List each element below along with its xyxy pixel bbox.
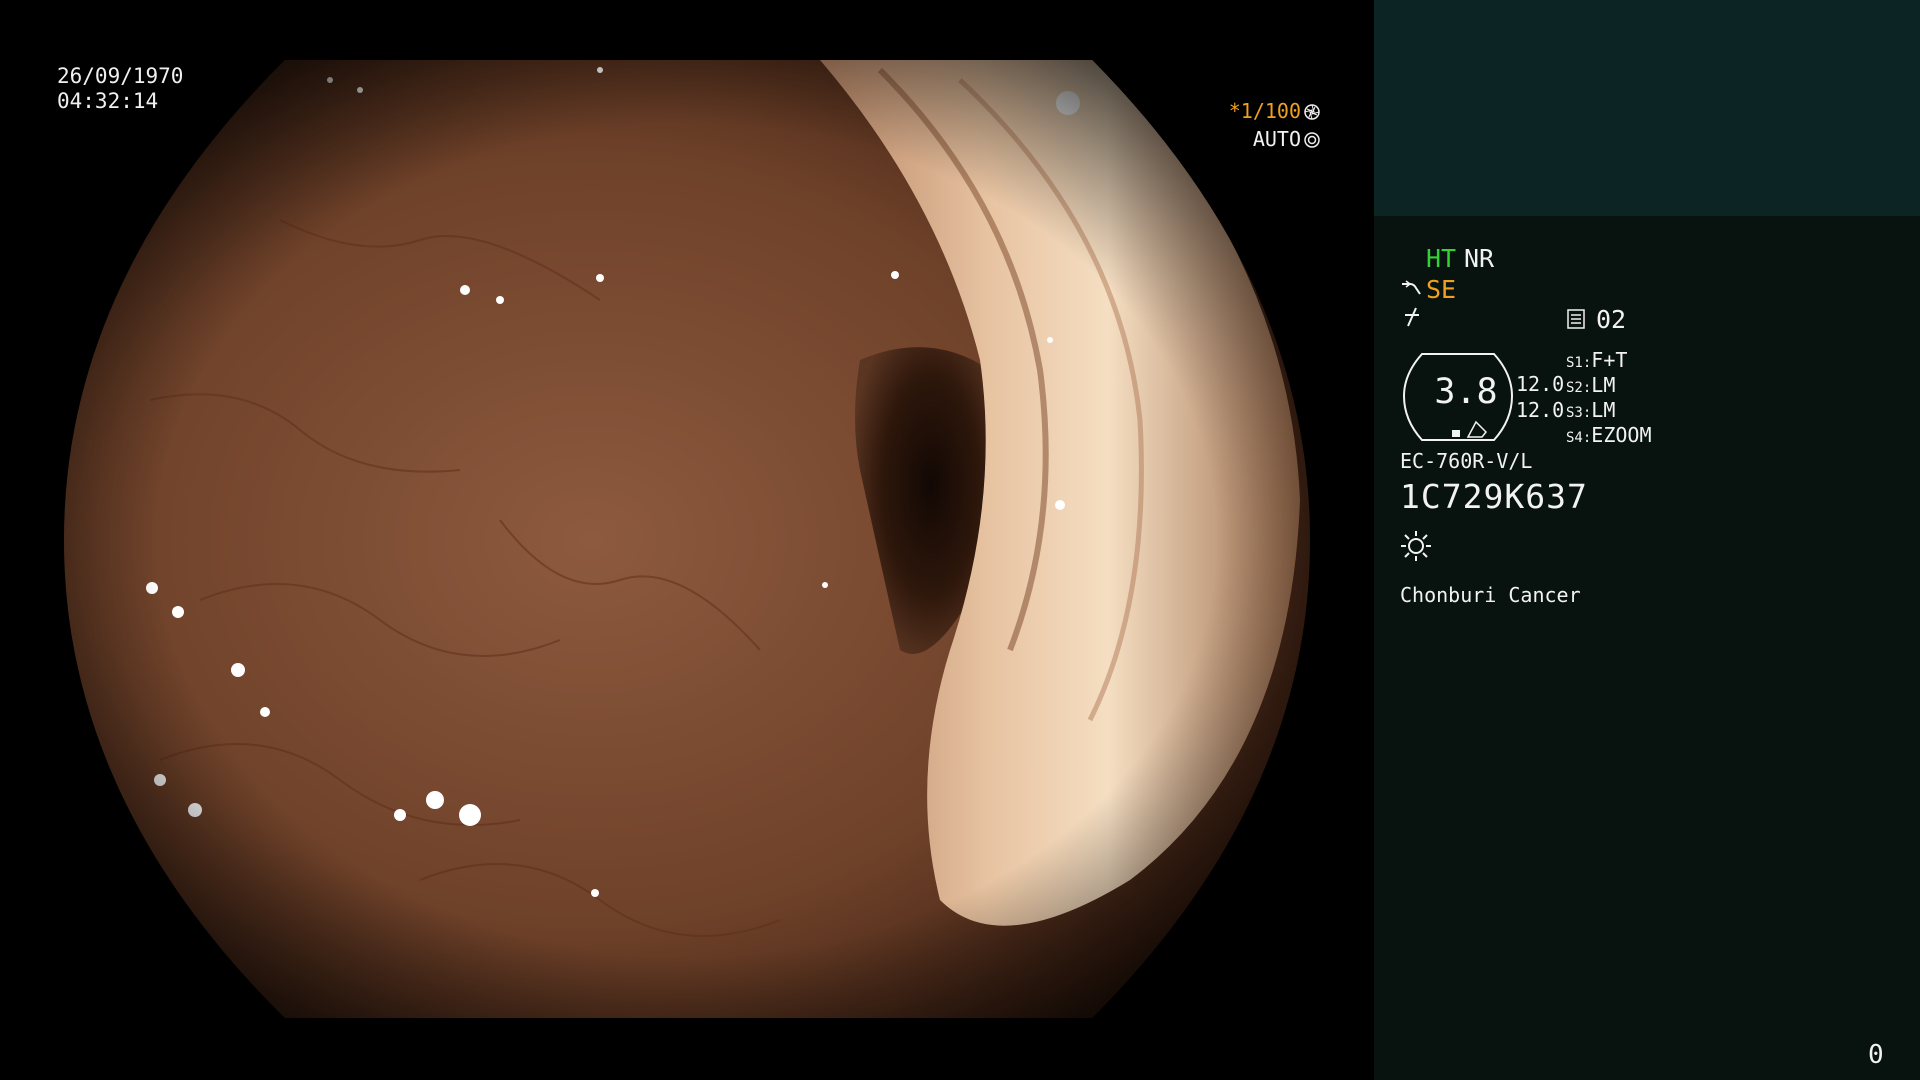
switch-value: LM [1591,398,1616,422]
memory-card-icon [1567,309,1585,329]
aperture-icon [1304,104,1320,120]
osd-date: 26/09/1970 [57,64,184,88]
switch-key: S4: [1566,430,1592,446]
panel-header-area [1374,0,1920,216]
switch-key: S3: [1566,405,1592,421]
freeze-icon [1405,307,1419,327]
osd-time: 04:32:14 [57,89,159,113]
scope-model: EC-760R-V/L [1400,449,1533,473]
switch-row: S4:EZOOM [1566,423,1652,447]
endoscopic-image [64,60,1310,1018]
image-counter: 0 [1868,1040,1884,1070]
switch-value: EZOOM [1591,423,1652,447]
exposure-ring-icon [1304,132,1320,148]
switch-key: S1: [1566,355,1592,371]
mode-se: SE [1426,275,1457,304]
value-1: 12.0 [1516,372,1565,396]
memory-value: 02 [1596,305,1627,334]
hospital-name: Chonburi Cancer [1400,583,1581,607]
scope-serial: 1C729K637 [1400,477,1588,516]
mode-nr: NR [1464,244,1495,273]
value-2: 12.0 [1516,398,1565,422]
light-sun-icon [1401,531,1431,561]
switch-value: LM [1591,373,1616,397]
switch-row: S2:LM [1566,373,1615,397]
switch-row: S3:LM [1566,398,1615,422]
osd-exposure: *1/100 AUTO [1190,97,1320,153]
shutter-value: *1/100 [1228,99,1301,123]
info-panel: HT NR SE 02 3.8 12.0 12.0 S1:F+T S2:LM S… [1374,0,1920,1080]
endoscope-viewer: 26/09/1970 04:32:14 *1/100 AUTO [0,0,1374,1080]
mode-ht: HT [1426,244,1457,273]
zoom-value: 3.8 [1434,372,1498,412]
osd-datetime: 26/09/1970 04:32:14 [57,64,183,114]
switch-key: S2: [1566,380,1592,396]
exposure-mode: AUTO [1252,127,1301,151]
switch-row: S1:F+T [1566,348,1627,372]
scope-bend-icon [1402,280,1421,295]
switch-value: F+T [1591,348,1628,372]
